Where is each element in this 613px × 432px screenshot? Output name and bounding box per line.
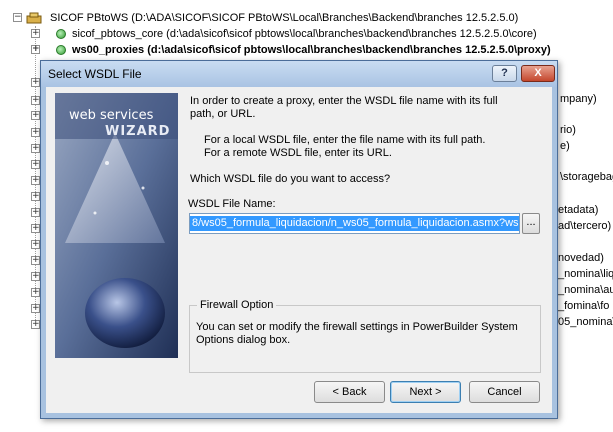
web-services-wizard-image: web services WIZARD — [55, 93, 178, 358]
intro-text-line1: In order to create a proxy, enter the WS… — [190, 95, 498, 107]
wsdl-file-name-input[interactable]: 8/ws05_formula_liquidacion/n_ws05_formul… — [189, 213, 520, 234]
expand-icon[interactable]: + — [31, 128, 40, 137]
firewall-option-text: You can set or modify the firewall setti… — [196, 321, 518, 346]
cancel-button[interactable]: Cancel — [469, 381, 540, 403]
expand-icon[interactable]: + — [31, 96, 40, 105]
wizard-image-title-2: WIZARD — [105, 124, 171, 139]
tree-item-label: ws00_proxies (d:\ada\sicof\sicof pbtows\… — [72, 44, 551, 56]
select-wsdl-dialog: Select WSDL File ? X web services WIZARD… — [40, 60, 558, 419]
expand-icon[interactable]: + — [31, 144, 40, 153]
remote-file-hint: For a remote WSDL file, enter its URL. — [204, 147, 392, 159]
back-button[interactable]: < Back — [314, 381, 385, 403]
dialog-titlebar[interactable]: Select WSDL File ? X — [41, 61, 557, 87]
expand-icon[interactable]: + — [31, 240, 40, 249]
expand-icon[interactable]: + — [31, 29, 40, 38]
tree-item-label: sicof_pbtows_core (d:\ada\sicof\sicof pb… — [72, 28, 537, 40]
intro-text-line2: path, or URL. — [190, 108, 256, 120]
local-file-hint: For a local WSDL file, enter the file na… — [204, 134, 486, 146]
expand-icon[interactable]: + — [31, 224, 40, 233]
library-icon — [56, 29, 66, 39]
expand-icon[interactable]: + — [31, 78, 40, 87]
expand-icon[interactable]: + — [31, 272, 40, 281]
question-text: Which WSDL file do you want to access? — [190, 173, 391, 185]
tree-item-label-partial: \storagebag — [560, 171, 613, 183]
firewall-option-group: Firewall Option You can set or modify th… — [189, 299, 541, 373]
expand-icon[interactable]: + — [31, 111, 40, 120]
tree-item-label-partial: _fomina\fo — [558, 300, 610, 312]
expand-icon[interactable]: + — [31, 192, 40, 201]
expand-icon[interactable]: + — [31, 176, 40, 185]
tree-item-label-partial: rio) — [560, 124, 576, 136]
tree-item-label-partial: e) — [560, 140, 570, 152]
wizard-image-title-1: web services — [69, 108, 154, 123]
expand-icon[interactable]: + — [31, 288, 40, 297]
expand-icon[interactable]: + — [31, 256, 40, 265]
tree-item-label-partial: ad\tercero) — [558, 220, 612, 232]
expand-icon[interactable]: + — [31, 45, 40, 54]
browse-button[interactable]: ... — [522, 213, 540, 234]
tree-item-label-partial: 05_nomina\ — [558, 316, 613, 328]
collapse-icon[interactable]: − — [13, 13, 22, 22]
expand-icon[interactable]: + — [31, 320, 40, 329]
dialog-body: web services WIZARD In order to create a… — [46, 87, 552, 413]
help-button[interactable]: ? — [492, 65, 517, 82]
dialog-title: Select WSDL File — [48, 67, 142, 81]
wsdl-file-name-label: WSDL File Name: — [188, 198, 276, 210]
tree-item-label-partial: _nomina\aum — [558, 284, 613, 296]
tree-root-label: SICOF PBtoWS (D:\ADA\SICOF\SICOF PBtoWS\… — [50, 12, 519, 24]
expand-icon[interactable]: + — [31, 208, 40, 217]
wsdl-file-name-value: 8/ws05_formula_liquidacion/n_ws05_formul… — [190, 216, 519, 231]
next-button[interactable]: Next > — [390, 381, 461, 403]
tree-item-label-partial: _nomina\liq — [558, 268, 613, 280]
firewall-option-title: Firewall Option — [197, 299, 277, 311]
close-button[interactable]: X — [521, 65, 555, 82]
workspace-icon — [26, 12, 42, 24]
tree-item-label-partial: etadata) — [558, 204, 599, 216]
tree-item-label-partial: novedad) — [558, 252, 604, 264]
expand-icon[interactable]: + — [31, 160, 40, 169]
tree-item-label-partial: mpany) — [560, 93, 597, 105]
expand-icon[interactable]: + — [31, 304, 40, 313]
library-icon — [56, 45, 66, 55]
